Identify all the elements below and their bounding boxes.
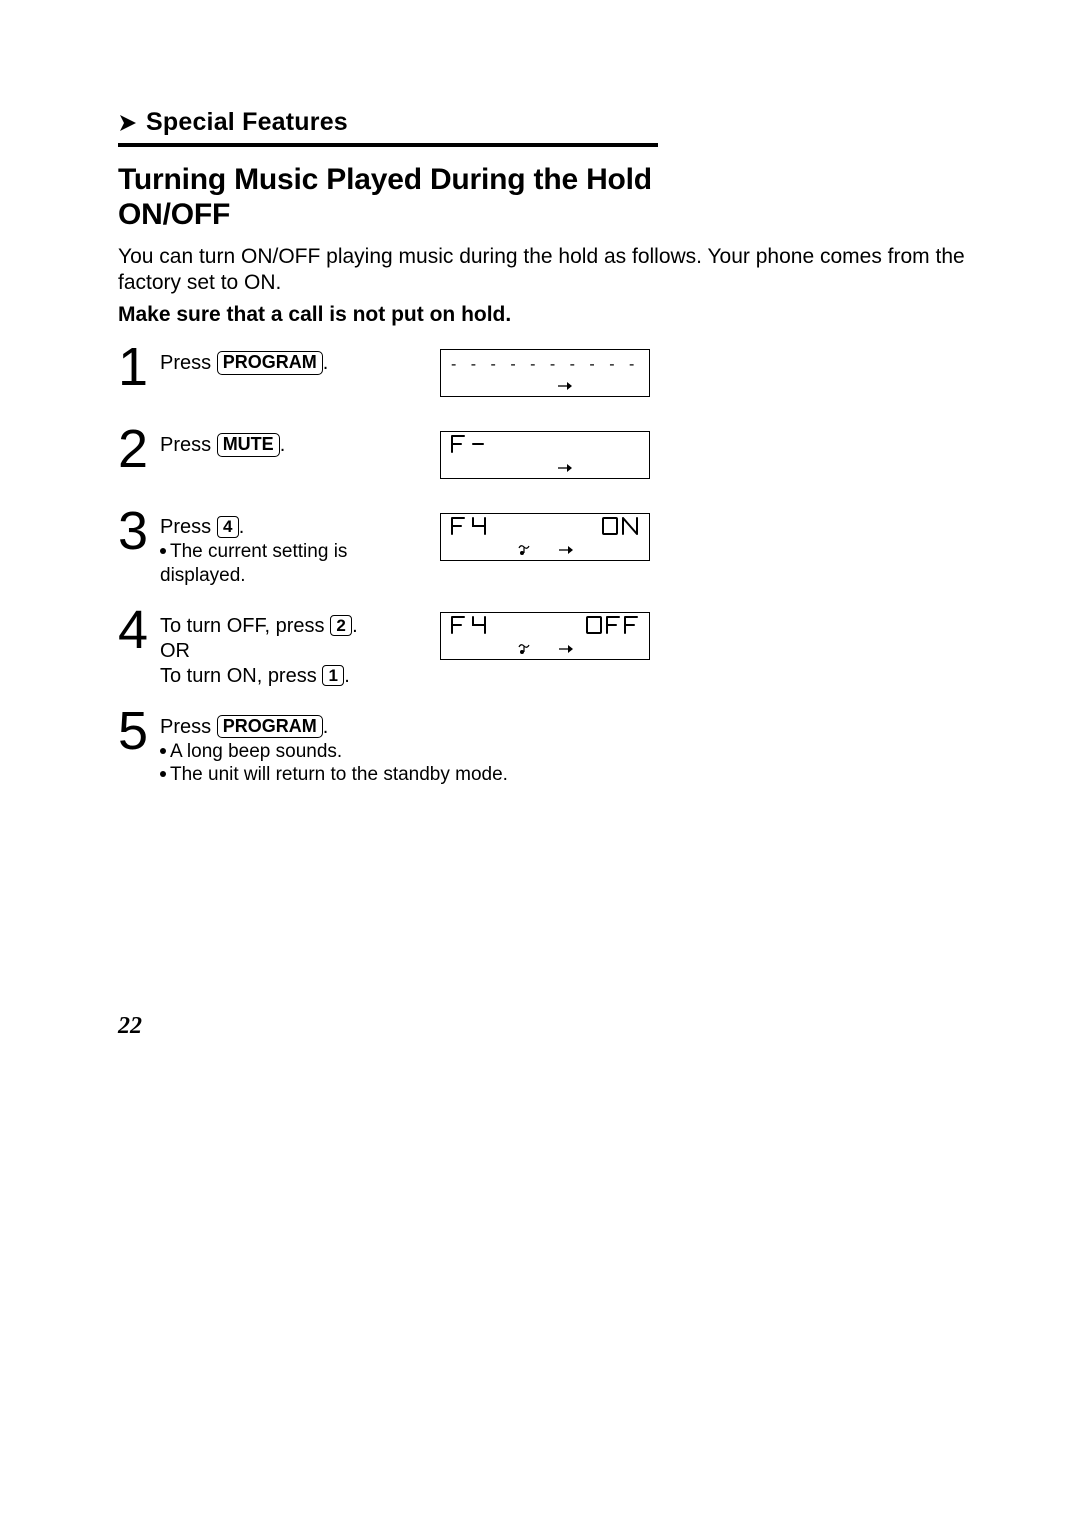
lcd-right bbox=[585, 614, 641, 642]
lcd-left bbox=[449, 515, 489, 543]
title-line-2: ON/OFF bbox=[118, 198, 230, 231]
step-number: 1 bbox=[118, 343, 160, 392]
key-mute: MUTE bbox=[217, 433, 280, 457]
lcd-box bbox=[440, 513, 650, 561]
step-text: Press bbox=[160, 352, 217, 374]
step-body: Press MUTE. bbox=[160, 429, 430, 458]
key-program: PROGRAM bbox=[217, 715, 323, 739]
step-body: Press PROGRAM. A long beep sounds. The u… bbox=[160, 711, 560, 788]
steps-list: 1 Press PROGRAM. - - - - - - - - - - - -… bbox=[118, 347, 970, 787]
step-number: 4 bbox=[118, 606, 160, 655]
pointer-right-icon bbox=[118, 113, 138, 133]
step-3: 3 Press 4. The current setting is displa… bbox=[118, 511, 970, 588]
step-period: . bbox=[323, 352, 329, 374]
intro-text: You can turn ON/OFF playing music during… bbox=[118, 244, 970, 295]
step-period: . bbox=[239, 516, 245, 538]
page-title: Turning Music Played During the Hold ON/… bbox=[118, 163, 970, 232]
step-5: 5 Press PROGRAM. A long beep sounds. The… bbox=[118, 711, 970, 788]
section-underline bbox=[118, 143, 658, 147]
key-program: PROGRAM bbox=[217, 351, 323, 375]
key-4: 4 bbox=[217, 516, 239, 538]
step-number: 5 bbox=[118, 707, 160, 756]
bullet-icon bbox=[160, 748, 166, 754]
lcd-dashes: - - - - - - - - - - - - - - - bbox=[449, 356, 641, 374]
step-note-1: A long beep sounds. bbox=[170, 741, 342, 762]
bullet-icon bbox=[160, 548, 166, 554]
step-text: Press bbox=[160, 434, 217, 456]
arrow-right-icon bbox=[558, 463, 572, 473]
title-line-1: Turning Music Played During the Hold bbox=[118, 163, 652, 196]
bullet-icon bbox=[160, 771, 166, 777]
manual-page: Special Features Turning Music Played Du… bbox=[0, 0, 1080, 1528]
precondition-note: Make sure that a call is not put on hold… bbox=[118, 303, 970, 327]
step-body: Press PROGRAM. bbox=[160, 347, 430, 376]
lcd-box bbox=[440, 612, 650, 660]
step-period: . bbox=[323, 716, 329, 738]
step-number: 3 bbox=[118, 507, 160, 556]
lcd-left bbox=[449, 614, 489, 642]
arrow-right-icon bbox=[559, 545, 573, 555]
page-number: 22 bbox=[118, 1013, 142, 1040]
lcd-box bbox=[440, 431, 650, 479]
step-text-2a: To turn ON, press bbox=[160, 665, 322, 687]
arrow-right-icon bbox=[558, 381, 572, 391]
step-body: Press 4. The current setting is displaye… bbox=[160, 511, 430, 588]
step-text-1a: To turn OFF, press bbox=[160, 615, 330, 637]
lcd-display-4 bbox=[440, 610, 655, 660]
or-text: OR bbox=[160, 639, 430, 664]
music-note-icon bbox=[517, 544, 531, 556]
lcd-left bbox=[449, 433, 489, 461]
step-4: 4 To turn OFF, press 2. OR To turn ON, p… bbox=[118, 610, 970, 689]
section-label: Special Features bbox=[146, 108, 348, 137]
lcd-box: - - - - - - - - - - - - - - - bbox=[440, 349, 650, 397]
lcd-display-2 bbox=[440, 429, 655, 479]
step-body: To turn OFF, press 2. OR To turn ON, pre… bbox=[160, 610, 430, 689]
step-text: Press bbox=[160, 716, 217, 738]
step-note-2: The unit will return to the standby mode… bbox=[170, 764, 508, 785]
lcd-right bbox=[601, 515, 641, 543]
key-1: 1 bbox=[322, 665, 344, 687]
step-text-2b: . bbox=[344, 665, 350, 687]
section-header: Special Features bbox=[118, 108, 970, 137]
key-2: 2 bbox=[330, 615, 352, 637]
lcd-display-3 bbox=[440, 511, 655, 561]
lcd-display-1: - - - - - - - - - - - - - - - bbox=[440, 347, 655, 397]
arrow-right-icon bbox=[559, 644, 573, 654]
step-2: 2 Press MUTE. bbox=[118, 429, 970, 489]
step-number: 2 bbox=[118, 425, 160, 474]
step-note: The current setting is displayed. bbox=[160, 541, 347, 586]
step-1: 1 Press PROGRAM. - - - - - - - - - - - -… bbox=[118, 347, 970, 407]
step-text: Press bbox=[160, 516, 217, 538]
step-text-1b: . bbox=[352, 615, 358, 637]
step-period: . bbox=[280, 434, 286, 456]
music-note-icon bbox=[517, 643, 531, 655]
